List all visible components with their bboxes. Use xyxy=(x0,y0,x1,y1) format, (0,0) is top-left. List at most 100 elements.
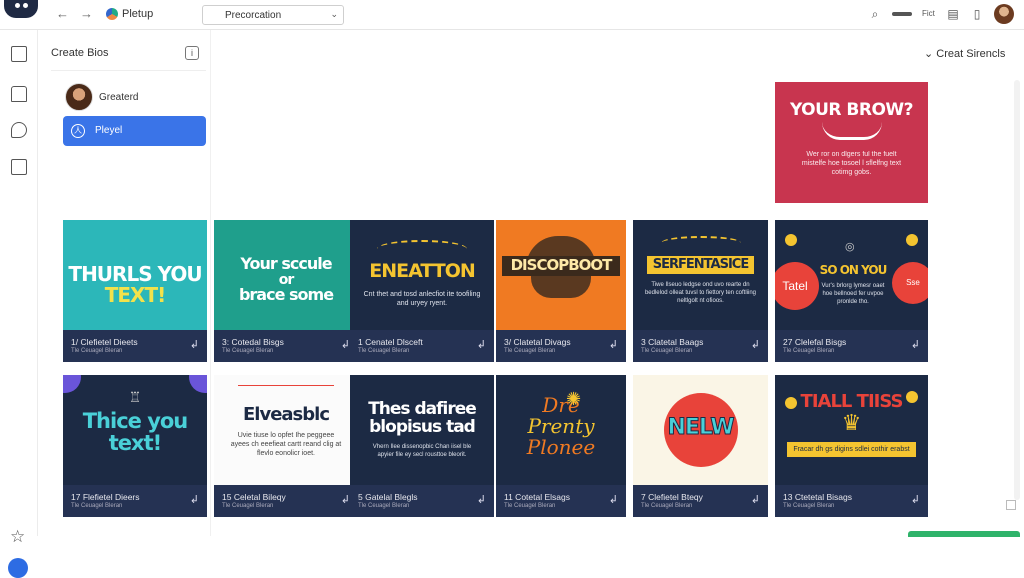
card-body: Vur's brlorg lymesr oaet hoe bellnoed fe… xyxy=(821,283,885,305)
card-title: 1 Cenatel Dlsceft xyxy=(358,337,423,347)
logo-icon: ◎ xyxy=(845,241,855,253)
document-icon[interactable]: ▯ xyxy=(970,7,984,21)
card-title: 15 Celetal Bileqy xyxy=(222,492,286,502)
hero-card[interactable]: YOUR BROW? Wer ror on dlgers ful the fue… xyxy=(775,82,928,203)
card-subtitle: Tle Ceuagel Bleran xyxy=(222,348,274,354)
template-card[interactable]: ENEATTON Cnt thet and tosd anlecfiot ite… xyxy=(350,220,494,362)
template-card[interactable]: ✺ Dre Prenty Plonee 11 Cotetal Elsags Tle… xyxy=(496,375,626,517)
card-title: 5 Gatelal Blegls xyxy=(358,492,418,502)
hero-body: Wer ror on dlgers ful the fuelt mistelfe… xyxy=(801,151,902,176)
template-card[interactable]: ♖ Thice you text! 17 Flefietel Dieers Tle… xyxy=(63,375,207,517)
card-body: Fracar dh gs digins sdlei cothir erabst xyxy=(787,441,916,457)
card-subtitle: Tle Ceuagel Bleran xyxy=(641,503,693,509)
megaphone-icon[interactable] xyxy=(11,122,27,138)
card-left-circle: Tatel xyxy=(775,262,819,310)
file-icon[interactable] xyxy=(11,159,27,175)
edit-icon[interactable]: ↲ xyxy=(751,338,760,351)
hero-heading: YOUR BROW? xyxy=(789,100,914,120)
document-dropdown[interactable]: Precorcation ⌄ xyxy=(202,5,344,25)
card-subtitle: Tle Ceuagel Bleran xyxy=(783,348,835,354)
edit-icon[interactable]: ↲ xyxy=(190,493,199,506)
star-icon[interactable]: ☆ xyxy=(10,527,25,547)
scrollbar[interactable] xyxy=(1014,80,1020,500)
template-card[interactable]: SERFENTASICE Tiwe Ilseuo ledgse ond uvo … xyxy=(633,220,768,362)
panel-item-created[interactable]: Greaterd xyxy=(63,82,207,112)
card-body: Vhern Ilee dissenopbic Chan iisel ble ap… xyxy=(372,443,472,458)
person-icon: 人 xyxy=(71,124,85,138)
home-icon[interactable] xyxy=(11,86,27,102)
card-footer: 7 Clefietel Bteqy Tle Ceuagel Bleran ↲ xyxy=(633,485,768,517)
card-subtitle: Tle Ceuagel Bleran xyxy=(71,503,123,509)
template-card[interactable]: Elveasblc Uvie tiuse lo opfet Ihe peggee… xyxy=(214,375,358,517)
template-card[interactable]: Thes dafiree blopisus tad Vhern Ilee dis… xyxy=(350,375,494,517)
pages-icon[interactable] xyxy=(11,46,27,62)
card-title: 7 Clefietel Bteqy xyxy=(641,492,703,502)
card-subtitle: Tle Ceuagel Bleran xyxy=(358,348,410,354)
info-icon[interactable]: i xyxy=(185,46,199,60)
card-headline: Your sccule xyxy=(240,254,332,273)
resize-handle-icon[interactable] xyxy=(1006,500,1016,510)
card-footer: 1/ Clefietel Dieets Tle Ceuagel Bleran ↲ xyxy=(63,330,207,362)
template-card[interactable]: THURLS YOU TEXT! 1/ Clefietel Dieets Tle … xyxy=(63,220,207,362)
card-footer: 5 Gatelal Blegls Tle Ceuagel Bleran ↲ xyxy=(350,485,494,517)
card-headline-2: text! xyxy=(108,431,162,456)
zoom-bar[interactable] xyxy=(892,12,912,16)
section-header[interactable]: ⌄ Creat Sirencls xyxy=(924,47,1005,60)
card-subtitle: Tle Ceuagel Bleran xyxy=(504,503,556,509)
mascot-face xyxy=(531,275,591,298)
edit-icon[interactable]: ↲ xyxy=(609,493,618,506)
card-footer: 13 Ctetetal Bisags Tle Ceuagel Bleran ↲ xyxy=(775,485,928,517)
left-rail: ☆ xyxy=(0,30,38,578)
template-card[interactable]: NELW 7 Clefietel Bteqy Tle Ceuagel Bleran… xyxy=(633,375,768,517)
help-icon[interactable] xyxy=(8,558,28,578)
app-logo[interactable] xyxy=(4,0,38,18)
edit-icon[interactable]: ↲ xyxy=(477,338,486,351)
card-footer: 15 Celetal Bileqy Tle Ceuagel Bleran ↲ xyxy=(214,485,358,517)
card-headline: SO ON YOU xyxy=(819,263,888,277)
back-arrow-icon[interactable]: ← xyxy=(56,6,69,21)
edit-icon[interactable]: ↲ xyxy=(477,493,486,506)
chevron-down-icon: ⌄ xyxy=(330,9,338,19)
panel-item-label: Pleyel xyxy=(95,125,123,136)
card-headline: SERFENTASICE xyxy=(647,256,754,274)
template-card[interactable]: TIALL TIISS ♛ Fracar dh gs digins sdlei … xyxy=(775,375,928,517)
card-headline: DISCOPBOOT xyxy=(502,256,620,276)
card-footer: 3 Clatetal Baags Tle Ceuagel Bleran ↲ xyxy=(633,330,768,362)
template-card[interactable]: DISCOPBOOT 3/ Clatetal Divags Tle Ceuagel… xyxy=(496,220,626,362)
forward-arrow-icon[interactable]: → xyxy=(80,6,93,21)
edit-icon[interactable]: ↲ xyxy=(341,493,350,506)
edit-icon[interactable]: ↲ xyxy=(190,338,199,351)
panel-item-played[interactable]: 人 Pleyel xyxy=(63,116,206,146)
edit-icon[interactable]: ↲ xyxy=(751,493,760,506)
arc-decoration xyxy=(377,240,467,258)
edit-icon[interactable]: ↲ xyxy=(911,493,920,506)
edit-icon[interactable]: ↲ xyxy=(911,338,920,351)
card-footer: 27 Clelefal Bisgs Tle Ceuagel Bleran ↲ xyxy=(775,330,928,362)
status-bar xyxy=(908,531,1020,537)
badge-circle: NELW xyxy=(663,393,738,467)
card-body: Tiwe Ilseuo ledgse ond uvo rearte dn bed… xyxy=(644,281,757,304)
app-icon xyxy=(106,8,118,20)
template-card[interactable]: ◎ Tatel Sse SO ON YOU Vur's brlorg lymes… xyxy=(775,220,928,362)
arc-decoration xyxy=(660,236,741,250)
edit-icon[interactable]: ↲ xyxy=(609,338,618,351)
card-headline: THURLS YOU xyxy=(68,262,202,286)
comment-icon[interactable]: ▤ xyxy=(946,7,960,21)
divider-line xyxy=(238,385,334,386)
card-footer: 3: Cotedal Bisgs Tle Ceuagel Bleran ↲ xyxy=(214,330,358,362)
card-headline-2: blopisus tad xyxy=(369,416,476,437)
card-subtitle: Tle Ceuagel Bleran xyxy=(504,348,556,354)
card-title: 13 Ctetetal Bisags xyxy=(783,492,852,502)
card-headline-3: brace some xyxy=(238,285,334,305)
card-headline: Elveasblc xyxy=(243,404,330,425)
emoji-icon xyxy=(785,234,797,246)
card-headline: NELW xyxy=(667,415,735,440)
card-title: 3/ Clatetal Divags xyxy=(504,337,571,347)
emoji-icon xyxy=(785,397,797,409)
search-icon[interactable]: ⌕ xyxy=(868,7,882,21)
edit-icon[interactable]: ↲ xyxy=(341,338,350,351)
app-title: Pletup xyxy=(122,8,154,20)
card-body: Uvie tiuse lo opfet Ihe peggeee ayees ch… xyxy=(230,431,342,457)
user-avatar[interactable] xyxy=(994,4,1014,24)
template-card[interactable]: Your sccule or brace some 3: Cotedal Bis… xyxy=(214,220,358,362)
